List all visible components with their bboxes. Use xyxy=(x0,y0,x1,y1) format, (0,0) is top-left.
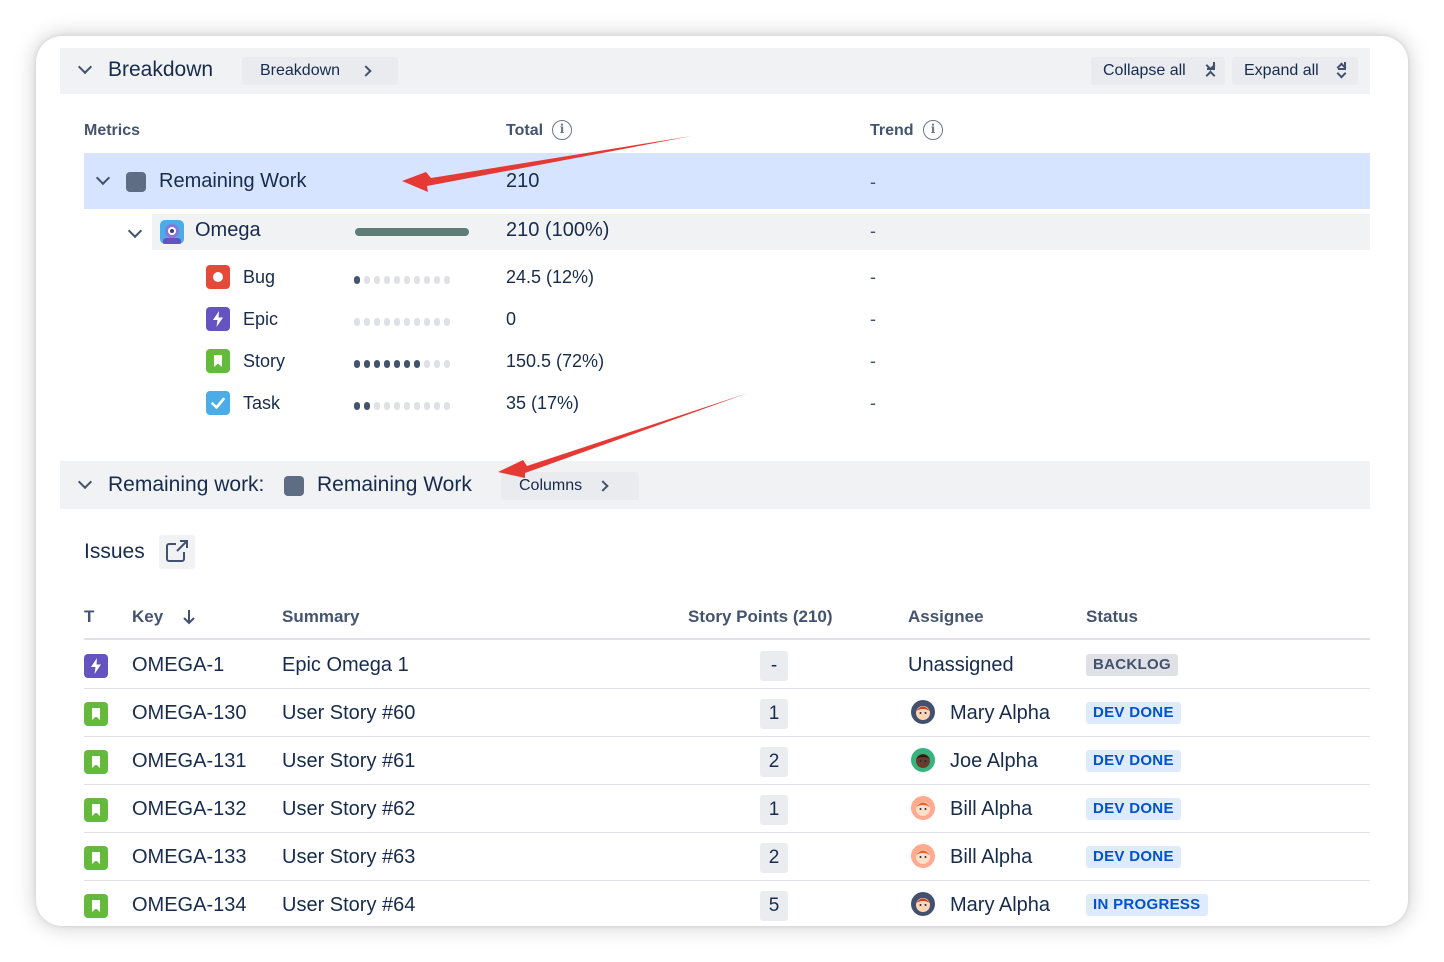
annotation-arrow-2 xyxy=(498,393,748,478)
report-card: Breakdown Breakdown Collapse all Expand … xyxy=(36,36,1408,926)
annotation-arrows xyxy=(402,136,748,478)
annotation-arrow-1 xyxy=(402,136,692,192)
